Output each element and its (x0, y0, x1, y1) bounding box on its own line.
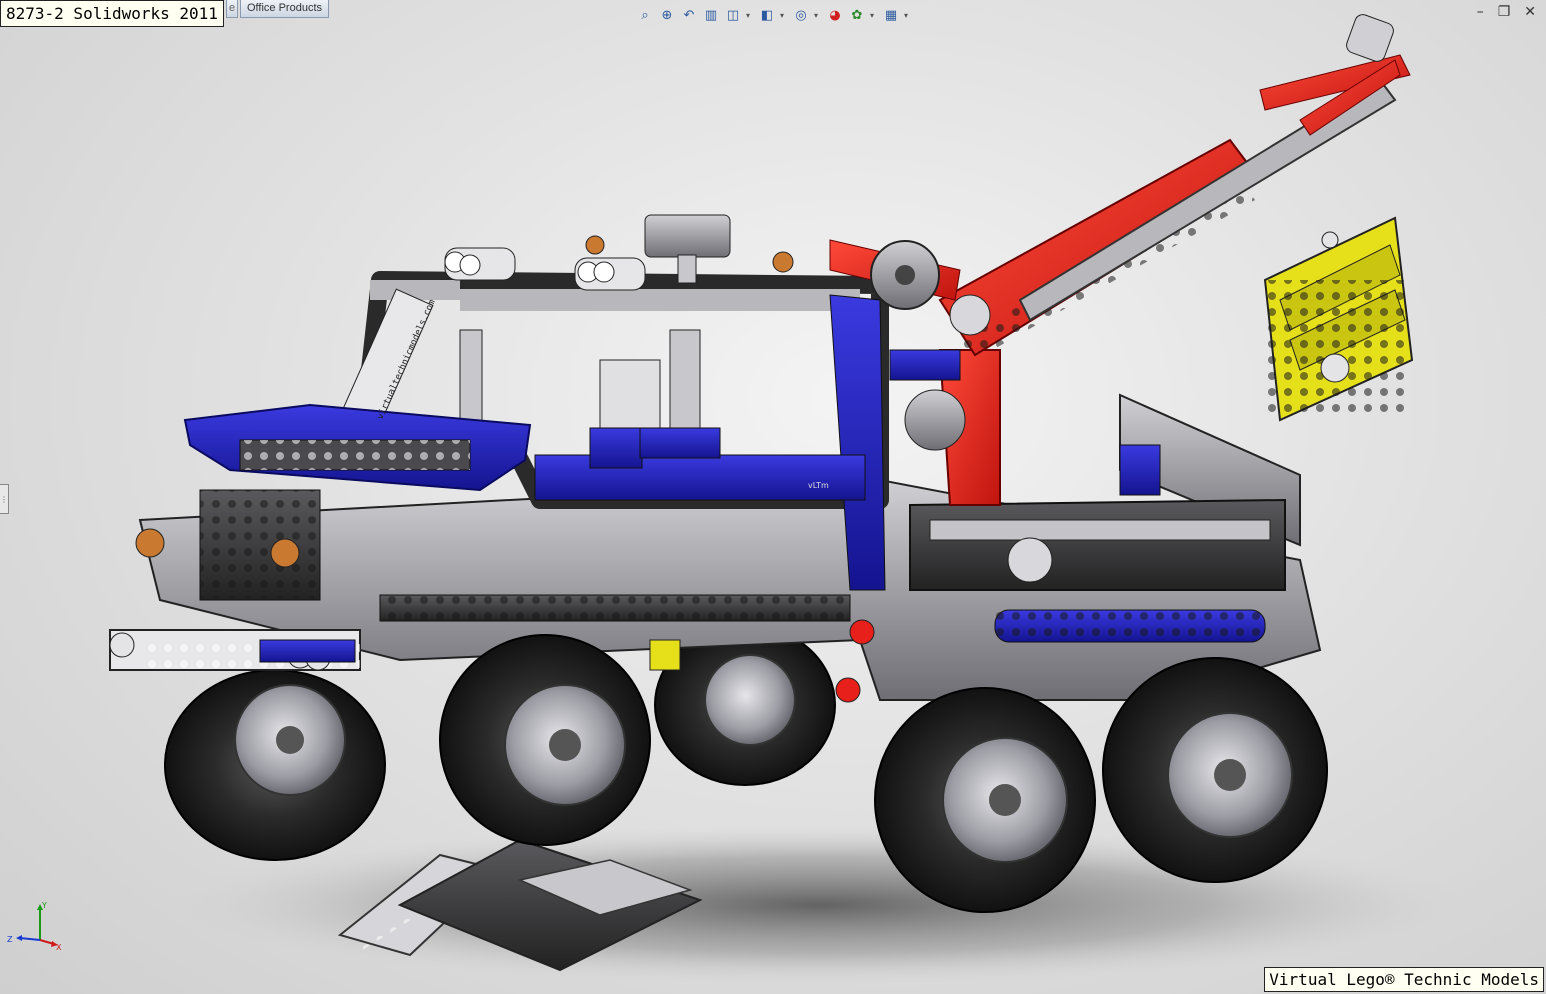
edit-appearance-icon[interactable]: ◕ (826, 6, 844, 24)
panel-collapse-handle[interactable]: ⋮ (0, 484, 9, 514)
hide-show-items-icon[interactable]: ◎ (792, 6, 810, 24)
chevron-down-icon[interactable]: ▾ (814, 11, 822, 20)
wheel-middle-back (654, 624, 836, 786)
graphics-area[interactable]: virtualtechnicmodels.com vLTm (0, 0, 1546, 994)
chevron-down-icon[interactable]: ▾ (904, 11, 912, 20)
wheel-rear-left (164, 669, 386, 861)
zoom-to-fit-icon[interactable]: ⌕ (636, 6, 654, 24)
chevron-down-icon[interactable]: ▾ (746, 11, 754, 20)
apply-scene-icon[interactable]: ✿ (848, 6, 866, 24)
tab-partial[interactable]: e (226, 0, 238, 18)
reference-triad: Y X Z (7, 901, 62, 950)
heads-up-view-toolbar: ⌕ ⊕ ↶ ▥ ◫ ▾ ◧ ▾ ◎ ▾ ◕ ✿ ▾ ▦ ▾ (636, 3, 912, 27)
beam-mark: vLTm (808, 481, 829, 490)
hook-block (1263, 216, 1414, 422)
view-settings-icon[interactable]: ▦ (882, 6, 900, 24)
zoom-to-area-icon[interactable]: ⊕ (658, 6, 676, 24)
close-icon[interactable]: ✕ (1524, 5, 1536, 19)
minimize-icon[interactable]: – (1477, 5, 1484, 19)
wheel-front (439, 634, 651, 846)
window-title: 8273-2 Solidworks 2011 (0, 0, 224, 27)
view-orientation-icon[interactable]: ◫ (724, 6, 742, 24)
tab-office-products[interactable]: Office Products (240, 0, 329, 18)
triad-y-label: Y (41, 901, 47, 910)
triad-z-label: Z (7, 935, 13, 944)
watermark: Virtual Lego® Technic Models (1264, 967, 1544, 992)
tab-strip: e Office Products (226, 0, 331, 18)
wheel-rear-2 (1102, 657, 1328, 883)
window-controls: – ❐ ✕ (1477, 5, 1536, 19)
section-view-icon[interactable]: ▥ (702, 6, 720, 24)
triad-x-label: X (56, 943, 62, 950)
restore-icon[interactable]: ❐ (1498, 5, 1511, 19)
previous-view-icon[interactable]: ↶ (680, 6, 698, 24)
wheel-rear-1 (874, 687, 1096, 913)
chevron-down-icon[interactable]: ▾ (870, 11, 878, 20)
display-style-icon[interactable]: ◧ (758, 6, 776, 24)
chevron-down-icon[interactable]: ▾ (780, 11, 788, 20)
